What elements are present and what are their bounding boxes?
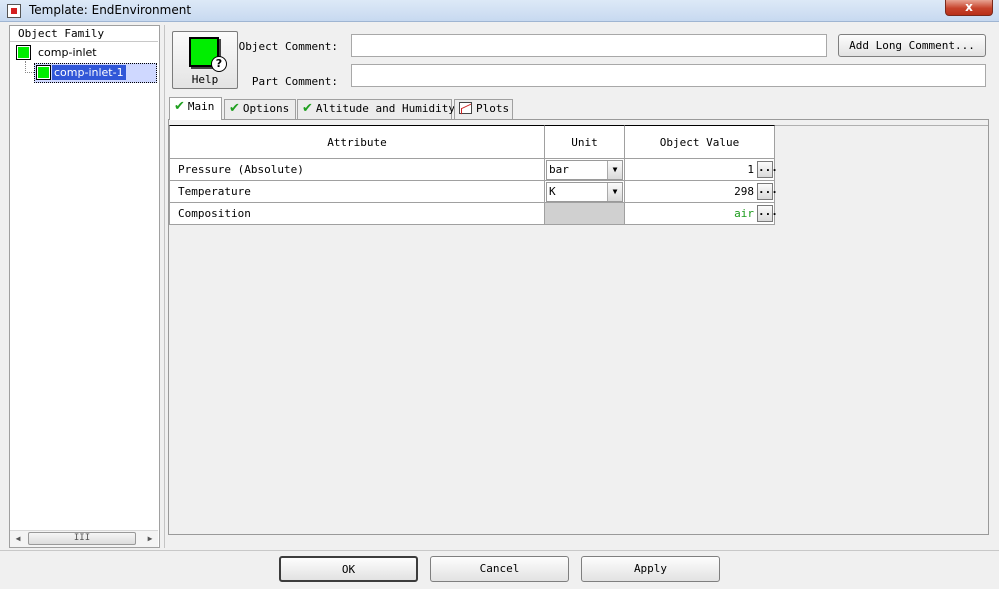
- value-pressure[interactable]: 1: [630, 159, 754, 180]
- app-icon: [7, 4, 21, 18]
- tab-label: Options: [242, 102, 290, 115]
- edit-temperature-button[interactable]: ...: [757, 183, 778, 200]
- unit-cell-disabled: [545, 203, 625, 225]
- scroll-left-icon[interactable]: ◀: [10, 531, 26, 547]
- attribute-pressure: Pressure (Absolute): [169, 159, 545, 181]
- chevron-down-icon[interactable]: ▼: [607, 183, 622, 201]
- close-button[interactable]: x: [945, 0, 993, 16]
- object-comment-label: Object Comment:: [238, 40, 338, 53]
- tab-main[interactable]: ✔ Main: [169, 97, 222, 120]
- tab-altitude-and-humidity[interactable]: ✔ Altitude and Humidity: [297, 99, 455, 119]
- edit-composition-button[interactable]: ...: [757, 205, 778, 222]
- check-icon: ✔: [302, 101, 313, 116]
- check-icon: ✔: [174, 99, 185, 114]
- attribute-column-header: Attribute: [169, 125, 545, 159]
- plot-icon: [459, 102, 472, 114]
- scroll-right-icon[interactable]: ▶: [142, 531, 158, 547]
- tab-options[interactable]: ✔ Options: [224, 99, 296, 119]
- green-component-icon: [36, 65, 51, 80]
- value-temperature[interactable]: 298: [630, 181, 754, 202]
- edit-pressure-button[interactable]: ...: [757, 161, 778, 178]
- tree-header: Object Family: [10, 27, 158, 42]
- window-title: Template: EndEnvironment: [29, 3, 192, 17]
- unit-column-header: Unit: [545, 125, 625, 159]
- tab-plots[interactable]: Plots: [454, 99, 513, 119]
- part-comment-field[interactable]: [351, 64, 986, 87]
- apply-button[interactable]: Apply: [581, 556, 720, 582]
- divider: [0, 550, 999, 551]
- object-comment-field[interactable]: [351, 34, 827, 57]
- ok-button[interactable]: OK: [279, 556, 418, 582]
- value-composition[interactable]: air: [630, 203, 754, 224]
- attribute-temperature: Temperature: [169, 181, 545, 203]
- add-long-comment-button[interactable]: Add Long Comment...: [838, 34, 986, 57]
- tab-label: Main: [187, 100, 215, 113]
- part-comment-label: Part Comment:: [251, 75, 338, 88]
- chevron-down-icon[interactable]: ▼: [607, 161, 622, 179]
- cancel-button[interactable]: Cancel: [430, 556, 569, 582]
- tree-connector: [25, 61, 34, 73]
- scroll-thumb[interactable]: III: [28, 532, 136, 545]
- attribute-composition: Composition: [169, 203, 545, 225]
- tab-label: Altitude and Humidity: [315, 102, 455, 115]
- help-icon: ?: [211, 56, 227, 72]
- object-value-column-header: Object Value: [625, 125, 775, 159]
- tree-item-comp-inlet[interactable]: comp-inlet: [38, 46, 97, 59]
- green-component-icon: [16, 45, 31, 60]
- check-icon: ✔: [229, 101, 240, 116]
- tab-label: Plots: [476, 102, 510, 115]
- tree-item-label[interactable]: comp-inlet-1: [52, 65, 126, 80]
- object-family-tree: [9, 25, 160, 548]
